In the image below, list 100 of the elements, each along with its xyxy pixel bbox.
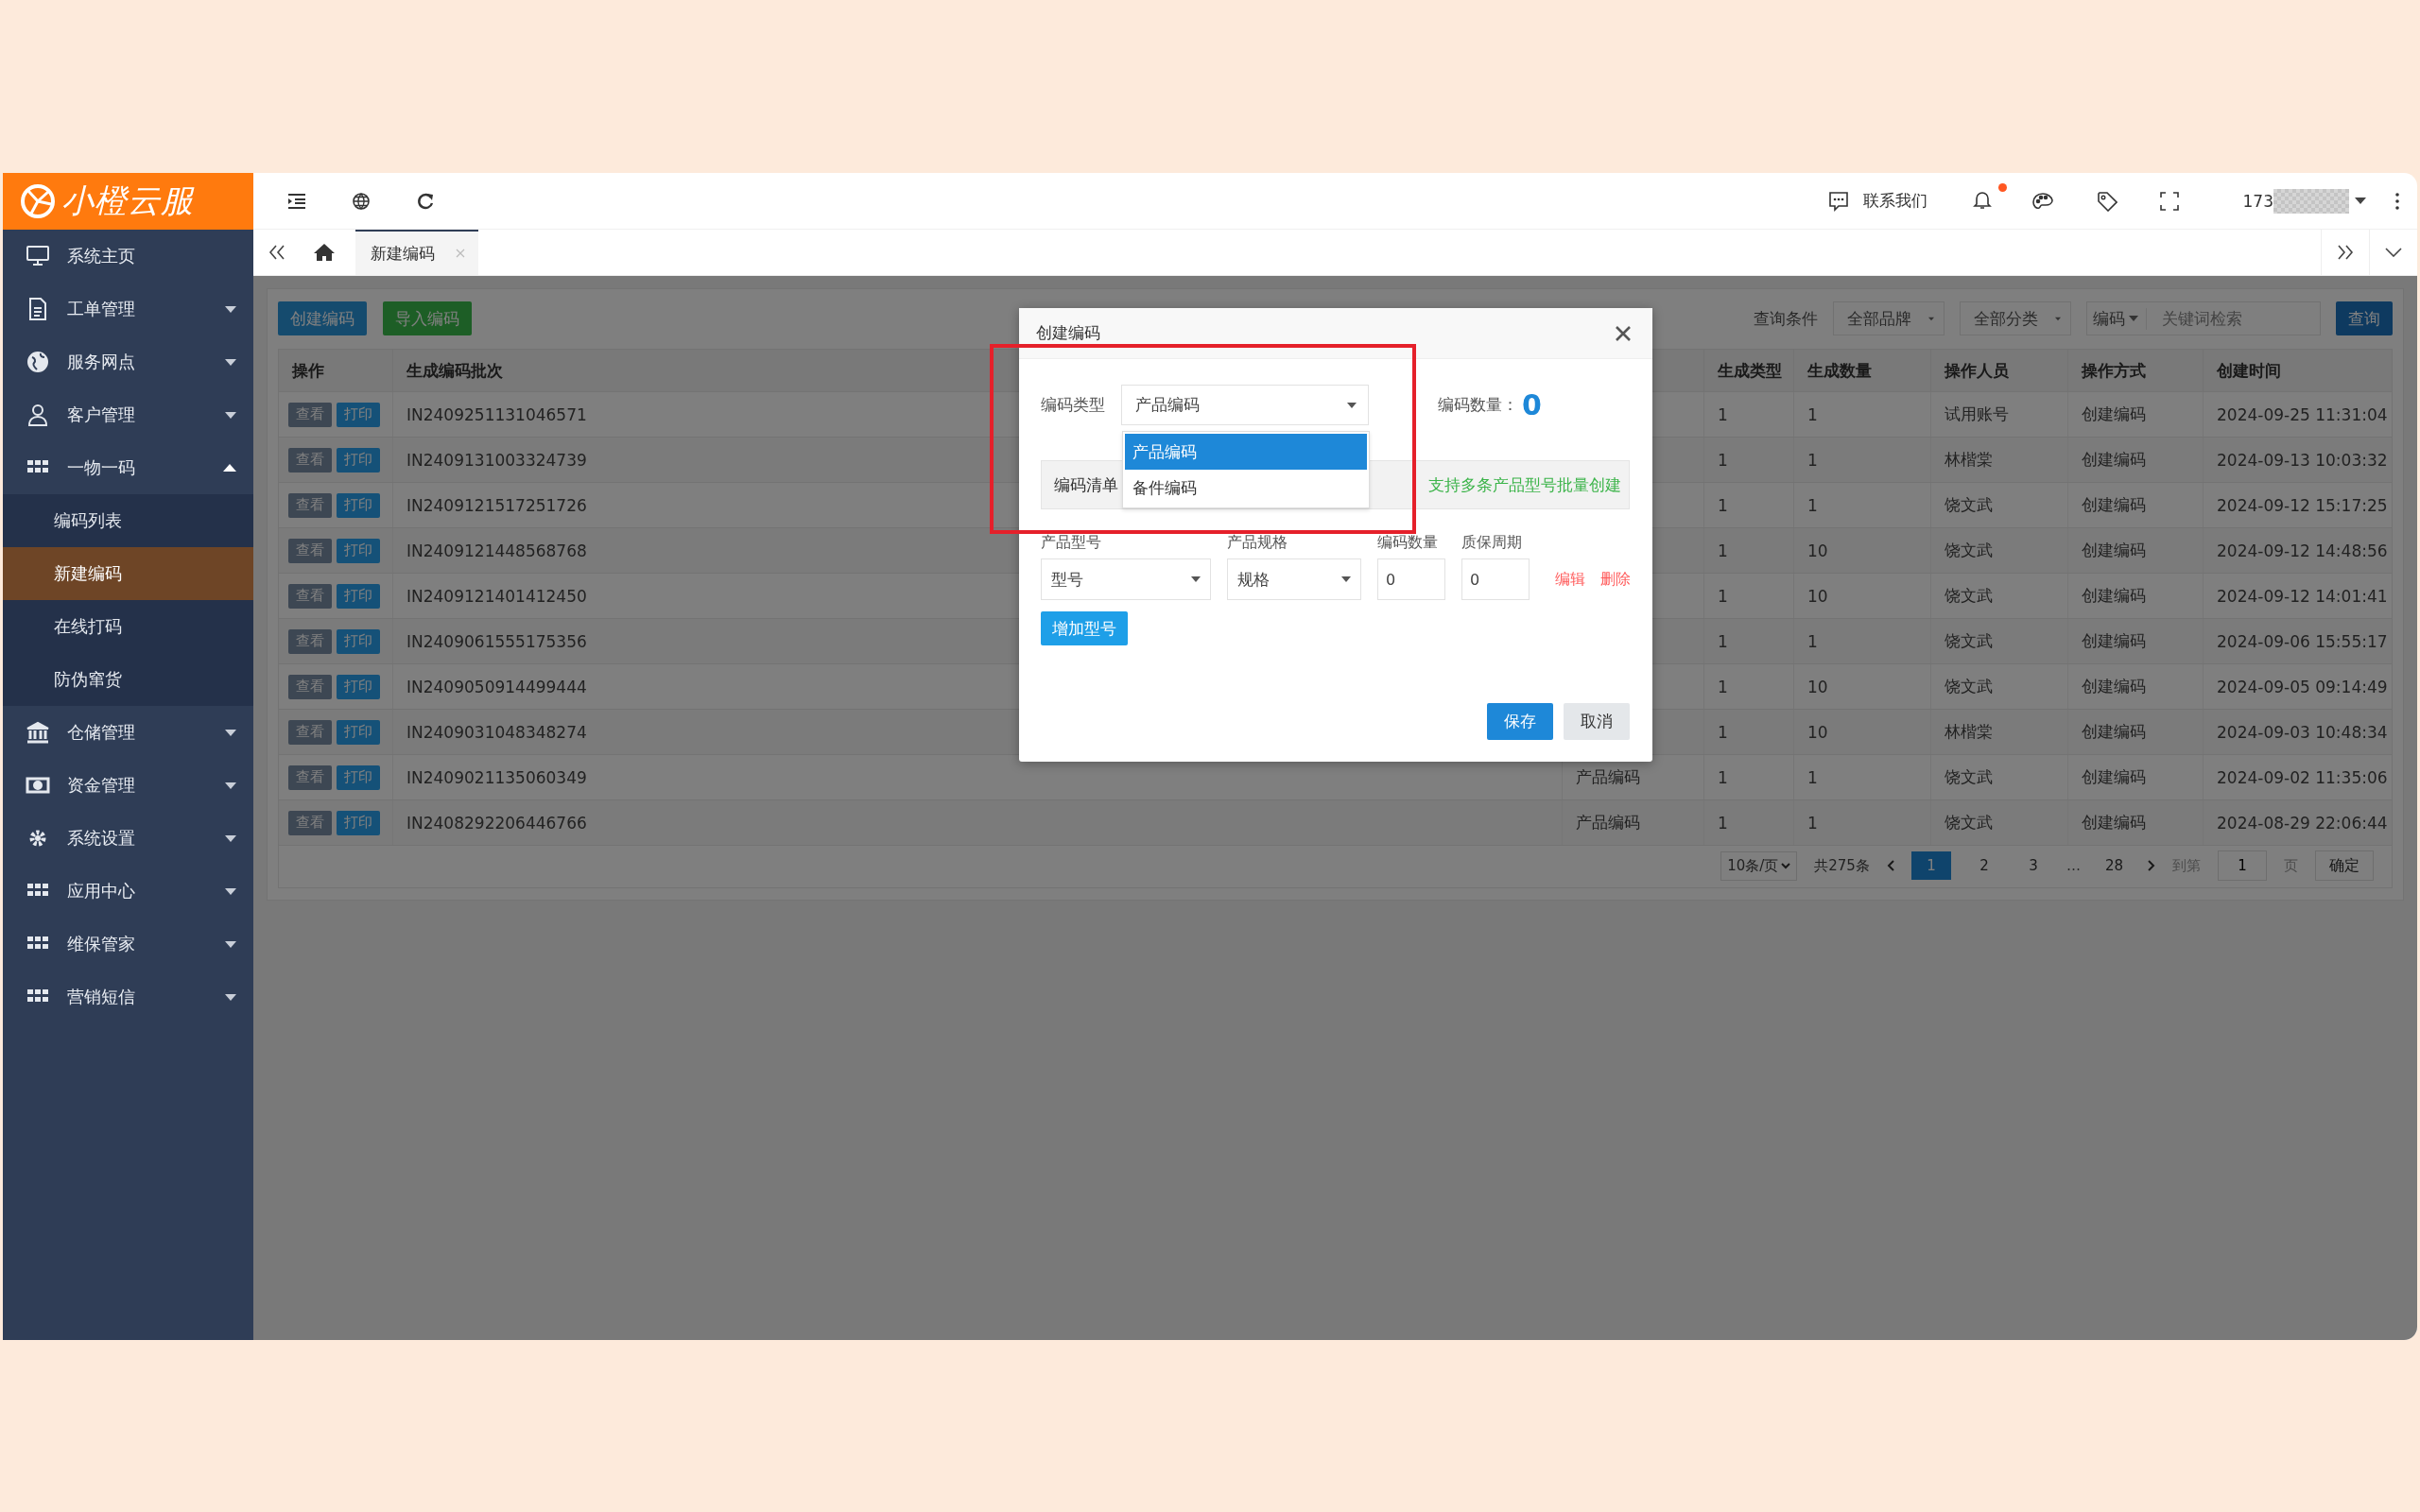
sidebar-item[interactable]: 系统主页 <box>3 230 253 283</box>
submenu-item[interactable]: 在线打码 <box>3 600 253 653</box>
column-header: 操作 <box>290 359 325 382</box>
close-icon[interactable] <box>1615 324 1632 342</box>
submenu-item[interactable]: 新建编码 <box>3 547 253 600</box>
print-button[interactable]: 打印 <box>337 538 380 563</box>
table-cell: 1 <box>1807 495 1818 515</box>
print-button[interactable]: 打印 <box>337 765 380 790</box>
table-cell: 1 <box>1718 767 1728 787</box>
page-link[interactable]: 3 <box>2016 851 2049 880</box>
table-cell: 1 <box>1718 813 1728 833</box>
page-link[interactable]: 28 <box>2097 851 2131 880</box>
double-chevron-left-icon[interactable] <box>268 245 285 260</box>
table-cell: 10 <box>1807 677 1828 696</box>
table-cell: IN2409121401412450 <box>406 586 587 606</box>
save-button[interactable]: 保存 <box>1487 703 1553 740</box>
total-count: 共275条 <box>1814 856 1870 875</box>
view-button[interactable]: 查看 <box>288 538 332 563</box>
double-chevron-right-icon[interactable] <box>2337 245 2354 260</box>
view-button[interactable]: 查看 <box>288 765 332 790</box>
view-button[interactable]: 查看 <box>288 628 332 654</box>
view-button[interactable]: 查看 <box>288 402 332 427</box>
sidebar-item[interactable]: 资金管理 <box>3 759 253 812</box>
page-link[interactable]: 2 <box>1967 851 2000 880</box>
chevron-left-icon[interactable] <box>1886 860 1894 871</box>
sidebar-item[interactable]: 服务网点 <box>3 335 253 388</box>
add-model-button[interactable]: 增加型号 <box>1041 611 1128 645</box>
sidebar-item[interactable]: 客户管理 <box>3 388 253 441</box>
spec-select[interactable]: 规格 <box>1227 558 1361 600</box>
print-button[interactable]: 打印 <box>337 583 380 609</box>
view-button[interactable]: 查看 <box>288 810 332 835</box>
scope-select[interactable]: 编码 <box>2093 307 2147 330</box>
print-button[interactable]: 打印 <box>337 674 380 699</box>
more-icon[interactable] <box>2394 191 2400 211</box>
tag-icon[interactable] <box>2096 190 2118 212</box>
delete-link[interactable]: 删除 <box>1600 569 1631 590</box>
chevron-right-icon[interactable] <box>2148 860 2155 871</box>
user-name: 173 <box>2242 191 2273 211</box>
table-cell: IN2409050914499444 <box>406 677 587 696</box>
table-cell: 产品编码 <box>1576 766 1640 788</box>
sidebar-item[interactable]: 一物一码 <box>3 441 253 494</box>
sidebar-item[interactable]: 仓储管理 <box>3 706 253 759</box>
toolbar-button[interactable]: 导入编码 <box>383 301 472 335</box>
page-tab[interactable]: 新建编码 <box>355 230 478 275</box>
home-icon[interactable] <box>313 243 336 262</box>
view-button[interactable]: 查看 <box>288 583 332 609</box>
page-link[interactable]: 1 <box>1910 851 1951 880</box>
type-select[interactable]: 产品编码 <box>1121 385 1369 425</box>
sidebar-item[interactable]: 应用中心 <box>3 865 253 918</box>
print-button[interactable]: 打印 <box>337 719 380 745</box>
fullscreen-icon[interactable] <box>2159 191 2179 211</box>
print-button[interactable]: 打印 <box>337 810 380 835</box>
page-size-select[interactable]: 10条/页 <box>1720 850 1798 881</box>
filter-label: 查询条件 <box>1754 307 1818 330</box>
sidebar-item[interactable]: 营销短信 <box>3 971 253 1023</box>
search-field[interactable]: 编码 关键词检索 <box>2086 301 2321 335</box>
print-button[interactable]: 打印 <box>337 447 380 472</box>
print-button[interactable]: 打印 <box>337 628 380 654</box>
search-button[interactable]: 查询 <box>2336 301 2393 335</box>
column-header: 操作人员 <box>1930 350 2067 391</box>
user-menu[interactable]: 173 <box>2242 188 2366 214</box>
table-cell: 饶文武 <box>1945 676 1993 697</box>
sidebar-item[interactable]: 系统设置 <box>3 812 253 865</box>
submenu-item[interactable]: 编码列表 <box>3 494 253 547</box>
count-value: 0 <box>1522 388 1542 421</box>
table-cell: 2024-09-02 11:35:06 <box>2217 767 2388 787</box>
print-button[interactable]: 打印 <box>337 492 380 518</box>
view-button[interactable]: 查看 <box>288 719 332 745</box>
toolbar-button[interactable]: 创建编码 <box>278 301 367 335</box>
confirm-button[interactable]: 确定 <box>2315 850 2374 881</box>
dropdown-option[interactable]: 产品编码 <box>1125 434 1367 470</box>
cancel-button[interactable]: 取消 <box>1564 703 1630 740</box>
user-icon <box>26 403 50 427</box>
table-cell: IN2409031048348274 <box>406 722 587 742</box>
quantity-input[interactable]: 0 <box>1377 558 1445 600</box>
filter-select[interactable]: 全部分类 <box>1960 301 2071 335</box>
globe-icon[interactable] <box>352 191 371 211</box>
refresh-icon[interactable] <box>416 191 435 211</box>
sidebar-item[interactable]: 维保管家 <box>3 918 253 971</box>
table-cell: IN2409021135060349 <box>406 767 587 787</box>
dropdown-option[interactable]: 备件编码 <box>1125 470 1367 506</box>
warranty-input[interactable]: 0 <box>1461 558 1530 600</box>
print-button[interactable]: 打印 <box>337 402 380 427</box>
chevron-down-icon[interactable] <box>2385 248 2402 257</box>
contact-link[interactable]: 联系我们 <box>1826 189 1927 213</box>
section-hint: 支持多条产品型号批量创建 <box>1428 473 1621 496</box>
table-cell: 2024-09-03 10:48:34 <box>2217 722 2388 742</box>
view-button[interactable]: 查看 <box>288 492 332 518</box>
model-select[interactable]: 型号 <box>1041 558 1211 600</box>
sidebar-item[interactable]: 工单管理 <box>3 283 253 335</box>
table-cell: 10 <box>1807 586 1828 606</box>
filter-select[interactable]: 全部品牌 <box>1833 301 1945 335</box>
table-cell: 1 <box>1718 541 1728 560</box>
palette-icon[interactable] <box>2031 190 2054 212</box>
page-input[interactable]: 1 <box>2218 850 2267 881</box>
view-button[interactable]: 查看 <box>288 674 332 699</box>
submenu-item[interactable]: 防伪窜货 <box>3 653 253 706</box>
edit-link[interactable]: 编辑 <box>1555 569 1585 590</box>
menu-indent-icon[interactable] <box>287 192 306 210</box>
view-button[interactable]: 查看 <box>288 447 332 472</box>
